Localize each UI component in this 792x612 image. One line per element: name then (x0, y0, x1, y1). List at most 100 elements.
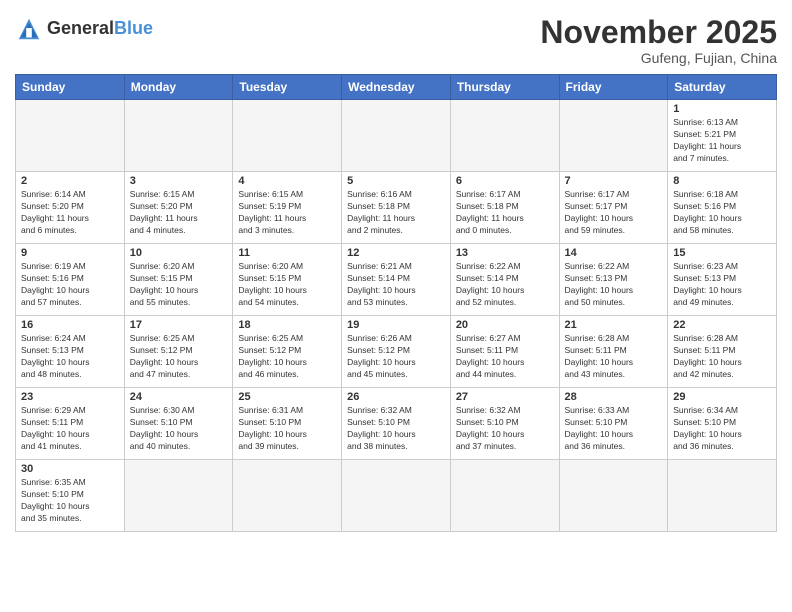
day-info: Sunrise: 6:30 AM Sunset: 5:10 PM Dayligh… (130, 405, 228, 453)
day-number: 11 (238, 247, 336, 259)
calendar-cell: 27 Sunrise: 6:32 AM Sunset: 5:10 PM Dayli… (450, 388, 559, 460)
day-info: Sunrise: 6:16 AM Sunset: 5:18 PM Dayligh… (347, 189, 445, 237)
calendar-cell (233, 100, 342, 172)
day-info: Sunrise: 6:27 AM Sunset: 5:11 PM Dayligh… (456, 333, 554, 381)
day-number: 12 (347, 247, 445, 259)
day-info: Sunrise: 6:15 AM Sunset: 5:19 PM Dayligh… (238, 189, 336, 237)
calendar-cell (450, 460, 559, 532)
day-info: Sunrise: 6:25 AM Sunset: 5:12 PM Dayligh… (130, 333, 228, 381)
calendar-row-2: 9Sunrise: 6:19 AM Sunset: 5:16 PM Daylig… (16, 244, 777, 316)
day-number: 23 (21, 391, 119, 403)
calendar-cell: 12Sunrise: 6:21 AM Sunset: 5:14 PM Dayli… (342, 244, 451, 316)
calendar-cell: 21 Sunrise: 6:28 AM Sunset: 5:11 PM Dayli… (559, 316, 668, 388)
day-info: Sunrise: 6:17 AM Sunset: 5:17 PM Dayligh… (565, 189, 663, 237)
calendar-cell: 18Sunrise: 6:25 AM Sunset: 5:12 PM Dayli… (233, 316, 342, 388)
day-number: 27 (456, 391, 554, 403)
day-number: 25 (238, 391, 336, 403)
day-info: Sunrise: 6:22 AM Sunset: 5:14 PM Dayligh… (456, 261, 554, 309)
calendar-cell (668, 460, 777, 532)
day-number: 26 (347, 391, 445, 403)
day-number: 14 (565, 247, 663, 259)
day-info: Sunrise: 6:25 AM Sunset: 5:12 PM Dayligh… (238, 333, 336, 381)
calendar-row-5: 30Sunrise: 6:35 AM Sunset: 5:10 PM Dayli… (16, 460, 777, 532)
day-number: 8 (673, 175, 771, 187)
day-info: Sunrise: 6:20 AM Sunset: 5:15 PM Dayligh… (238, 261, 336, 309)
day-info: Sunrise: 6:32 AM Sunset: 5:10 PM Dayligh… (456, 405, 554, 453)
calendar-cell: 13Sunrise: 6:22 AM Sunset: 5:14 PM Dayli… (450, 244, 559, 316)
day-info: Sunrise: 6:26 AM Sunset: 5:12 PM Dayligh… (347, 333, 445, 381)
calendar-cell: 20 Sunrise: 6:27 AM Sunset: 5:11 PM Dayli… (450, 316, 559, 388)
day-info: Sunrise: 6:28 AM Sunset: 5:11 PM Dayligh… (673, 333, 771, 381)
day-number: 29 (673, 391, 771, 403)
calendar-row-1: 2 Sunrise: 6:14 AM Sunset: 5:20 PM Daylig… (16, 172, 777, 244)
calendar-cell: 3Sunrise: 6:15 AM Sunset: 5:20 PM Daylig… (124, 172, 233, 244)
day-info: Sunrise: 6:34 AM Sunset: 5:10 PM Dayligh… (673, 405, 771, 453)
day-info: Sunrise: 6:23 AM Sunset: 5:13 PM Dayligh… (673, 261, 771, 309)
day-number: 24 (130, 391, 228, 403)
calendar-row-0: 1Sunrise: 6:13 AM Sunset: 5:21 PM Daylig… (16, 100, 777, 172)
day-number: 4 (238, 175, 336, 187)
day-info: Sunrise: 6:17 AM Sunset: 5:18 PM Dayligh… (456, 189, 554, 237)
calendar-cell (342, 100, 451, 172)
calendar-cell (124, 460, 233, 532)
day-number: 20 (456, 319, 554, 331)
day-info: Sunrise: 6:33 AM Sunset: 5:10 PM Dayligh… (565, 405, 663, 453)
day-number: 22 (673, 319, 771, 331)
calendar-row-3: 16 Sunrise: 6:24 AM Sunset: 5:13 PM Dayli… (16, 316, 777, 388)
header-friday: Friday (559, 75, 668, 100)
day-info: Sunrise: 6:28 AM Sunset: 5:11 PM Dayligh… (565, 333, 663, 381)
calendar-cell (559, 100, 668, 172)
location: Gufeng, Fujian, China (540, 50, 777, 66)
header-thursday: Thursday (450, 75, 559, 100)
calendar-cell: 6 Sunrise: 6:17 AM Sunset: 5:18 PM Daylig… (450, 172, 559, 244)
day-number: 6 (456, 175, 554, 187)
calendar-cell: 19Sunrise: 6:26 AM Sunset: 5:12 PM Dayli… (342, 316, 451, 388)
logo: GeneralBlue (15, 15, 153, 43)
calendar-cell: 24 Sunrise: 6:30 AM Sunset: 5:10 PM Dayli… (124, 388, 233, 460)
calendar-cell: 28 Sunrise: 6:33 AM Sunset: 5:10 PM Dayli… (559, 388, 668, 460)
calendar-cell: 16 Sunrise: 6:24 AM Sunset: 5:13 PM Dayli… (16, 316, 125, 388)
calendar-cell: 10 Sunrise: 6:20 AM Sunset: 5:15 PM Dayli… (124, 244, 233, 316)
calendar-cell: 29 Sunrise: 6:34 AM Sunset: 5:10 PM Dayli… (668, 388, 777, 460)
calendar-table: Sunday Monday Tuesday Wednesday Thursday… (15, 74, 777, 532)
calendar-cell (559, 460, 668, 532)
calendar-cell (450, 100, 559, 172)
day-info: Sunrise: 6:24 AM Sunset: 5:13 PM Dayligh… (21, 333, 119, 381)
day-info: Sunrise: 6:14 AM Sunset: 5:20 PM Dayligh… (21, 189, 119, 237)
day-number: 21 (565, 319, 663, 331)
calendar-cell: 17 Sunrise: 6:25 AM Sunset: 5:12 PM Dayli… (124, 316, 233, 388)
day-number: 2 (21, 175, 119, 187)
calendar-cell (124, 100, 233, 172)
calendar-cell: 8 Sunrise: 6:18 AM Sunset: 5:16 PM Daylig… (668, 172, 777, 244)
day-number: 16 (21, 319, 119, 331)
day-info: Sunrise: 6:22 AM Sunset: 5:13 PM Dayligh… (565, 261, 663, 309)
weekday-header-row: Sunday Monday Tuesday Wednesday Thursday… (16, 75, 777, 100)
calendar-cell: 4 Sunrise: 6:15 AM Sunset: 5:19 PM Daylig… (233, 172, 342, 244)
header-sunday: Sunday (16, 75, 125, 100)
title-block: November 2025 Gufeng, Fujian, China (540, 15, 777, 66)
day-number: 28 (565, 391, 663, 403)
calendar-cell (16, 100, 125, 172)
header-wednesday: Wednesday (342, 75, 451, 100)
calendar-cell: 25 Sunrise: 6:31 AM Sunset: 5:10 PM Dayli… (233, 388, 342, 460)
header: GeneralBlue November 2025 Gufeng, Fujian… (15, 15, 777, 66)
calendar-cell: 22 Sunrise: 6:28 AM Sunset: 5:11 PM Dayli… (668, 316, 777, 388)
day-number: 10 (130, 247, 228, 259)
day-info: Sunrise: 6:31 AM Sunset: 5:10 PM Dayligh… (238, 405, 336, 453)
calendar-row-4: 23 Sunrise: 6:29 AM Sunset: 5:11 PM Dayli… (16, 388, 777, 460)
day-number: 30 (21, 463, 119, 475)
day-info: Sunrise: 6:18 AM Sunset: 5:16 PM Dayligh… (673, 189, 771, 237)
calendar-cell (233, 460, 342, 532)
day-number: 17 (130, 319, 228, 331)
header-saturday: Saturday (668, 75, 777, 100)
calendar-cell: 1Sunrise: 6:13 AM Sunset: 5:21 PM Daylig… (668, 100, 777, 172)
header-tuesday: Tuesday (233, 75, 342, 100)
day-info: Sunrise: 6:29 AM Sunset: 5:11 PM Dayligh… (21, 405, 119, 453)
calendar-cell: 23 Sunrise: 6:29 AM Sunset: 5:11 PM Dayli… (16, 388, 125, 460)
calendar-cell: 14 Sunrise: 6:22 AM Sunset: 5:13 PM Dayli… (559, 244, 668, 316)
day-info: Sunrise: 6:13 AM Sunset: 5:21 PM Dayligh… (673, 117, 771, 165)
day-info: Sunrise: 6:20 AM Sunset: 5:15 PM Dayligh… (130, 261, 228, 309)
logo-icon (15, 15, 43, 43)
day-number: 3 (130, 175, 228, 187)
day-info: Sunrise: 6:19 AM Sunset: 5:16 PM Dayligh… (21, 261, 119, 309)
